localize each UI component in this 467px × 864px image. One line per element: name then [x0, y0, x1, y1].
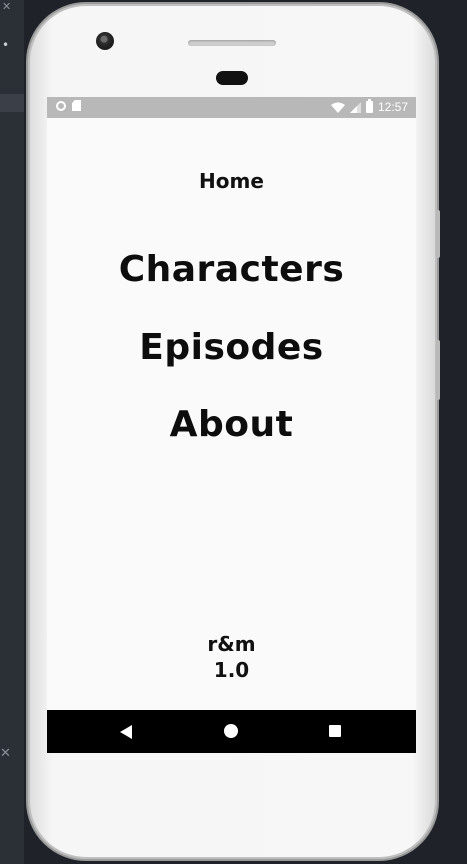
earpiece	[188, 40, 276, 46]
circle-notification-icon	[56, 100, 66, 111]
app-name-label: r&m	[207, 632, 256, 656]
battery-icon	[365, 99, 373, 113]
ide-selected-row	[0, 94, 24, 112]
nav-home-button[interactable]	[211, 710, 251, 753]
signal-icon	[349, 101, 361, 113]
back-triangle-icon	[120, 725, 132, 739]
nav-back-button[interactable]	[107, 710, 147, 753]
proximity-sensor	[216, 71, 248, 85]
close-icon[interactable]: ✕	[0, 746, 11, 761]
nav-recents-button[interactable]	[315, 710, 355, 753]
home-circle-icon	[224, 724, 238, 738]
ide-side-panel: ✕ • ✕	[0, 0, 24, 864]
dot-icon: •	[2, 38, 10, 52]
status-time: 12:57	[377, 100, 408, 114]
menu-item-episodes[interactable]: Episodes	[47, 327, 416, 368]
front-camera-icon	[96, 32, 114, 50]
phone-volume-button	[436, 340, 440, 400]
recents-square-icon	[329, 725, 341, 737]
close-icon[interactable]: ✕	[2, 0, 11, 13]
phone-power-button	[436, 210, 440, 258]
sd-card-icon	[72, 100, 81, 111]
app-screen: 12:57 Home Characters Episodes About r&m…	[47, 97, 416, 753]
wifi-icon	[330, 102, 345, 113]
navigation-bar	[47, 710, 416, 753]
status-bar: 12:57	[47, 97, 416, 118]
page-title: Home	[199, 169, 264, 193]
menu-item-characters[interactable]: Characters	[47, 249, 416, 290]
app-version-label: 1.0	[213, 658, 250, 682]
menu-item-about[interactable]: About	[47, 404, 416, 445]
